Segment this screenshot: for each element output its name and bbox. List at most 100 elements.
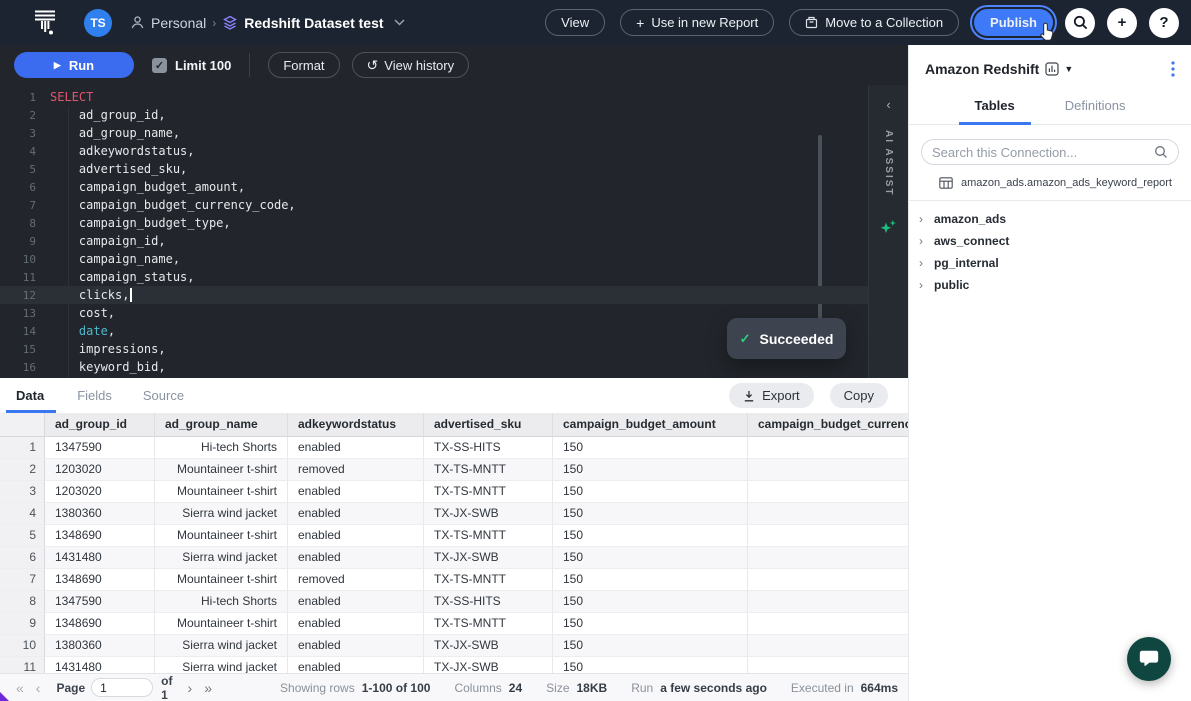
tab-data[interactable]: Data <box>16 388 44 403</box>
schema-item[interactable]: ›pg_internal <box>909 252 1191 274</box>
table-row[interactable]: 61431480Sierra wind jacketenabledTX-JX-S… <box>0 547 908 569</box>
table-cell[interactable]: USD <box>748 525 908 547</box>
table-cell[interactable]: Mountaineer t-shirt <box>155 525 288 547</box>
workspace-name[interactable]: Personal <box>151 15 206 31</box>
chevron-down-icon[interactable] <box>394 19 405 26</box>
table-cell[interactable]: removed <box>288 569 424 591</box>
chevron-right-icon[interactable]: › <box>919 212 927 226</box>
document-title[interactable]: Redshift Dataset test <box>244 15 383 31</box>
table-cell[interactable]: 150 <box>553 569 748 591</box>
table-cell[interactable]: 1380360 <box>45 635 155 657</box>
table-cell[interactable]: TX-JX-SWB <box>424 635 553 657</box>
table-cell[interactable]: Hi-tech Shorts <box>155 591 288 613</box>
search-button[interactable] <box>1065 8 1095 38</box>
app-logo-icon[interactable] <box>34 10 56 35</box>
table-cell[interactable]: enabled <box>288 591 424 613</box>
schema-item[interactable]: ›amazon_ads <box>909 208 1191 230</box>
code-editor[interactable]: 1SELECT2 ad_group_id,3 ad_group_name,4 a… <box>0 85 868 378</box>
table-cell[interactable]: 150 <box>553 613 748 635</box>
export-button[interactable]: Export <box>729 383 814 408</box>
table-cell[interactable]: USD <box>748 657 908 673</box>
table-cell[interactable]: enabled <box>288 613 424 635</box>
table-cell[interactable]: 1380360 <box>45 503 155 525</box>
use-in-new-report-button[interactable]: + Use in new Report <box>620 9 774 36</box>
table-cell[interactable]: TX-JX-SWB <box>424 657 553 673</box>
tab-source[interactable]: Source <box>143 388 184 403</box>
table-cell[interactable]: 150 <box>553 459 748 481</box>
code-line[interactable]: 2 ad_group_id, <box>0 106 868 124</box>
avatar[interactable]: TS <box>84 9 112 37</box>
connection-search-input[interactable] <box>932 145 1154 160</box>
table-cell[interactable]: USD <box>748 591 908 613</box>
table-cell[interactable]: USD <box>748 635 908 657</box>
code-line[interactable]: 14 date, <box>0 322 868 340</box>
table-row[interactable]: 81347590Hi-tech ShortsenabledTX-SS-HITS1… <box>0 591 908 613</box>
table-cell[interactable]: enabled <box>288 437 424 459</box>
table-cell[interactable]: 150 <box>553 437 748 459</box>
table-cell[interactable]: 1203020 <box>45 481 155 503</box>
table-cell[interactable]: Sierra wind jacket <box>155 657 288 673</box>
code-line[interactable]: 1SELECT <box>0 88 868 106</box>
view-history-button[interactable]: ↺ View history <box>352 52 470 78</box>
format-button[interactable]: Format <box>268 52 339 78</box>
column-header[interactable]: campaign_budget_amount <box>553 413 748 437</box>
table-cell[interactable]: 150 <box>553 635 748 657</box>
schema-item[interactable]: ›aws_connect <box>909 230 1191 252</box>
table-cell[interactable]: 150 <box>553 547 748 569</box>
prev-page-icon[interactable]: ‹ <box>30 680 47 696</box>
table-row[interactable]: 101380360Sierra wind jacketenabledTX-JX-… <box>0 635 908 657</box>
code-line[interactable]: 8 campaign_budget_type, <box>0 214 868 232</box>
table-row[interactable]: 111431480Sierra wind jacketenabledTX-JX-… <box>0 657 908 673</box>
ai-assist-label[interactable]: AI ASSIST <box>883 130 894 197</box>
column-header[interactable]: advertised_sku <box>424 413 553 437</box>
next-page-icon[interactable]: › <box>182 680 199 696</box>
table-cell[interactable]: Sierra wind jacket <box>155 635 288 657</box>
code-line[interactable]: 15 impressions, <box>0 340 868 358</box>
chevron-right-icon[interactable]: › <box>919 278 927 292</box>
table-cell[interactable]: 1203020 <box>45 459 155 481</box>
table-cell[interactable]: USD <box>748 437 908 459</box>
code-line[interactable]: 16 keyword_bid, <box>0 358 868 376</box>
table-cell[interactable]: removed <box>288 459 424 481</box>
table-cell[interactable]: enabled <box>288 547 424 569</box>
table-row[interactable]: 21203020Mountaineer t-shirtremovedTX-TS-… <box>0 459 908 481</box>
table-cell[interactable]: enabled <box>288 635 424 657</box>
table-cell[interactable]: 150 <box>553 525 748 547</box>
chevron-right-icon[interactable]: › <box>919 234 927 248</box>
first-page-icon[interactable]: « <box>10 680 30 696</box>
table-cell[interactable]: 150 <box>553 503 748 525</box>
code-line[interactable]: 5 advertised_sku, <box>0 160 868 178</box>
code-line[interactable]: 7 campaign_budget_currency_code, <box>0 196 868 214</box>
table-cell[interactable]: 1348690 <box>45 613 155 635</box>
table-cell[interactable]: USD <box>748 459 908 481</box>
table-row[interactable]: 41380360Sierra wind jacketenabledTX-JX-S… <box>0 503 908 525</box>
column-header[interactable]: ad_group_id <box>45 413 155 437</box>
new-item-button[interactable]: + <box>1107 8 1137 38</box>
table-cell[interactable]: 150 <box>553 481 748 503</box>
table-cell[interactable]: Sierra wind jacket <box>155 503 288 525</box>
copy-button[interactable]: Copy <box>830 383 888 408</box>
tab-definitions[interactable]: Definitions <box>1049 89 1142 124</box>
code-line[interactable]: 4 adkeywordstatus, <box>0 142 868 160</box>
table-cell[interactable]: enabled <box>288 503 424 525</box>
tab-tables[interactable]: Tables <box>959 89 1031 124</box>
table-cell[interactable]: USD <box>748 481 908 503</box>
table-cell[interactable]: Mountaineer t-shirt <box>155 481 288 503</box>
pinned-table-item[interactable]: amazon_ads.amazon_ads_keyword_report <box>939 177 1183 189</box>
table-cell[interactable]: Mountaineer t-shirt <box>155 569 288 591</box>
sidebar-menu-icon[interactable] <box>1171 61 1175 77</box>
chevron-right-icon[interactable]: › <box>919 256 927 270</box>
page-input[interactable] <box>91 678 153 697</box>
table-cell[interactable]: TX-JX-SWB <box>424 547 553 569</box>
connection-dropdown-icon[interactable]: ▼ <box>1064 64 1073 74</box>
table-cell[interactable]: 150 <box>553 657 748 673</box>
connection-name[interactable]: Amazon Redshift <box>925 61 1039 77</box>
table-cell[interactable]: enabled <box>288 481 424 503</box>
collapse-panel-icon[interactable]: ‹ <box>886 97 890 112</box>
code-line[interactable]: 10 campaign_name, <box>0 250 868 268</box>
table-cell[interactable]: 1347590 <box>45 591 155 613</box>
tab-fields[interactable]: Fields <box>77 388 112 403</box>
move-to-collection-button[interactable]: Move to a Collection <box>789 9 959 36</box>
code-line[interactable]: 11 campaign_status, <box>0 268 868 286</box>
table-cell[interactable]: 1348690 <box>45 569 155 591</box>
